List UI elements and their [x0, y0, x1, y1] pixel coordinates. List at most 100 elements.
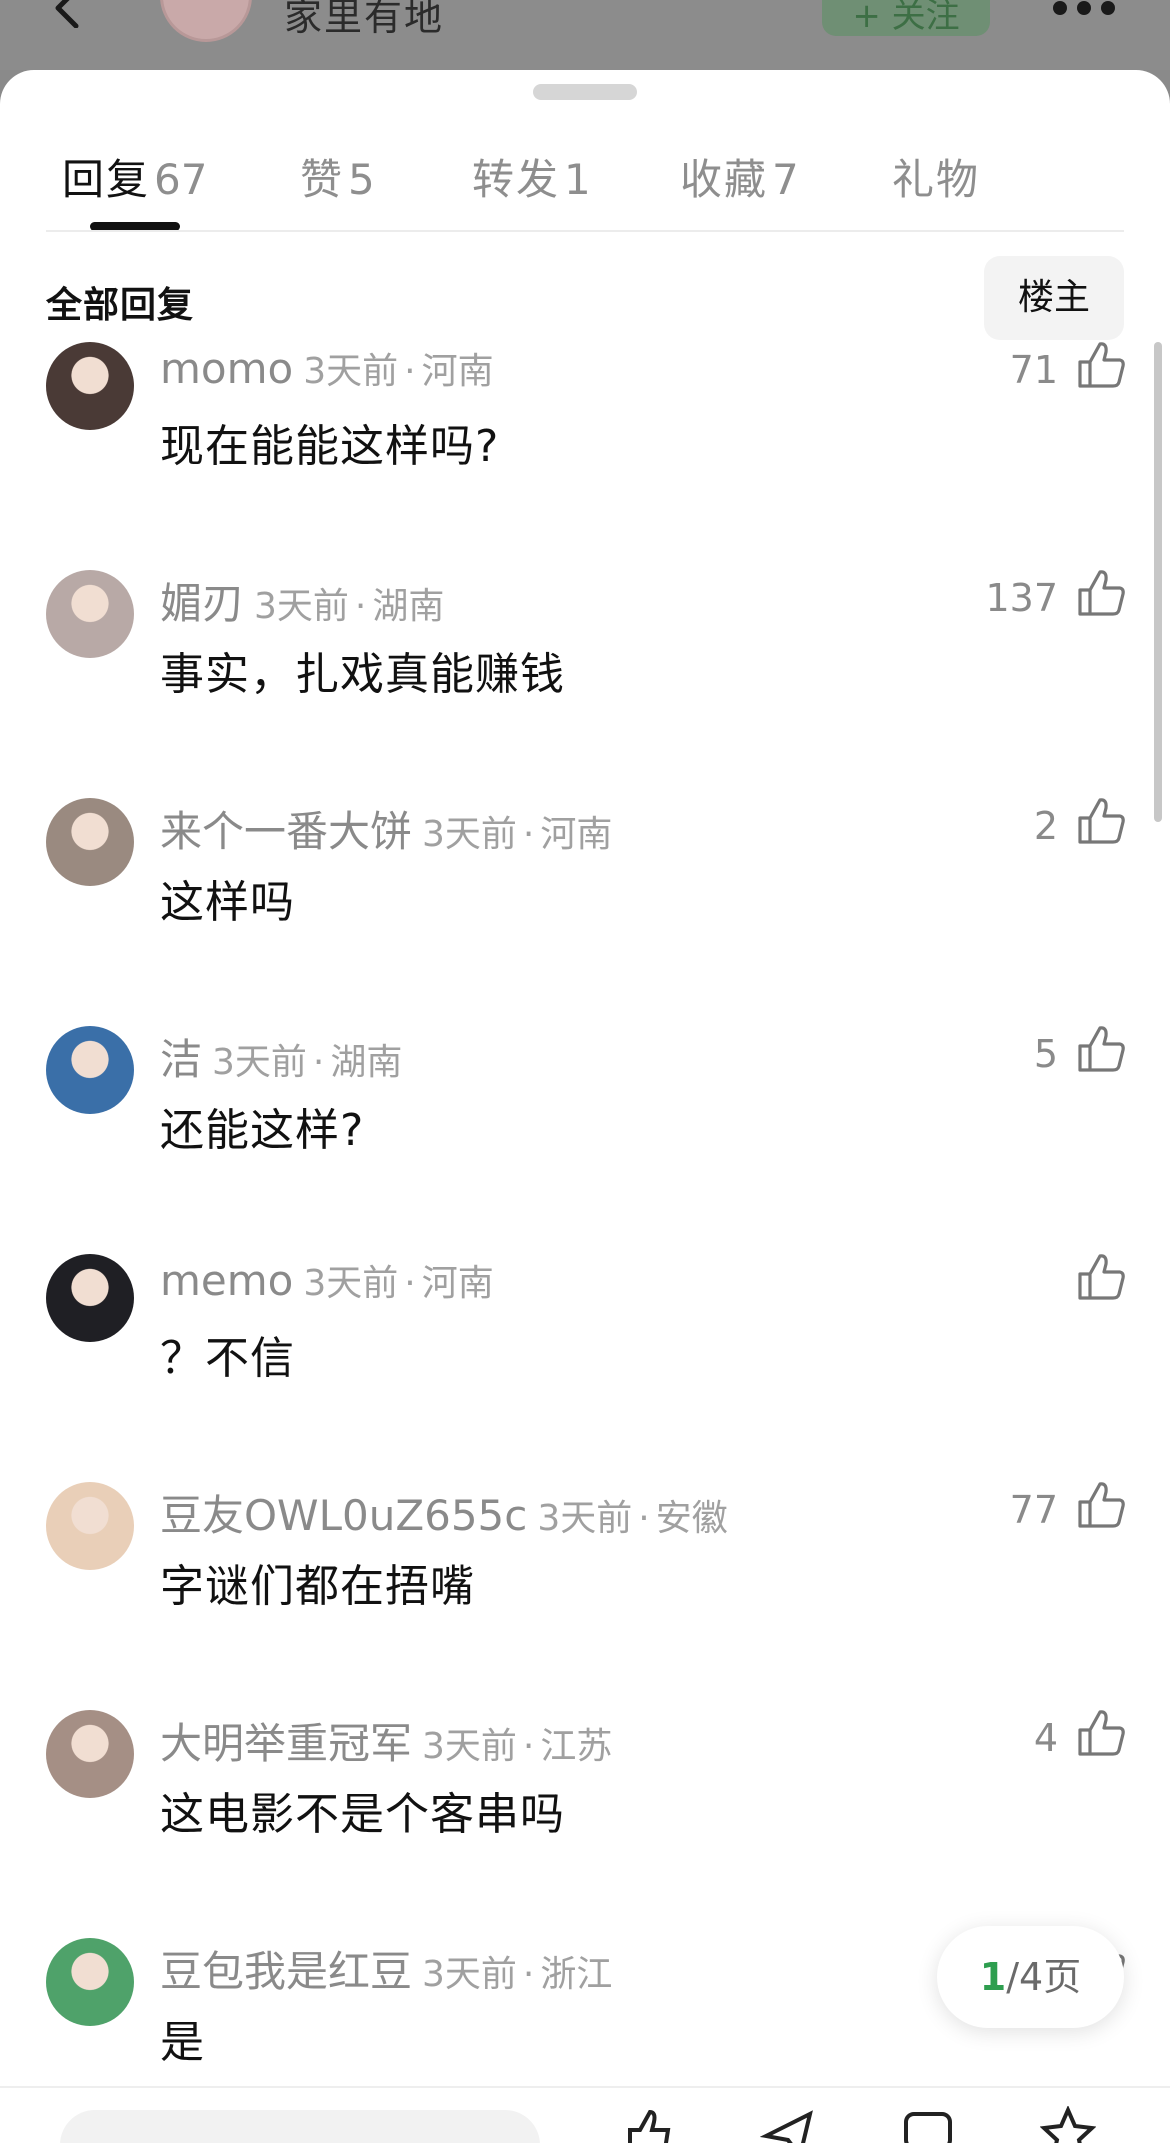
comment-time: 3天前: [303, 1263, 399, 1304]
favorite-icon[interactable]: [1040, 2106, 1096, 2143]
comment-text[interactable]: 现在能能这样吗?: [160, 410, 499, 474]
commenter-avatar[interactable]: [46, 1938, 134, 2026]
comment-location: 河南: [421, 1263, 494, 1304]
comment-location: 河南: [540, 814, 613, 855]
meta-separator: ·: [522, 1954, 535, 1995]
author-name[interactable]: 家里有地: [284, 0, 444, 41]
thumbs-up-icon[interactable]: [1076, 568, 1126, 618]
thumbs-up-icon[interactable]: [1076, 1708, 1126, 1758]
comment-time: 3天前: [537, 1498, 633, 1539]
comment-header: 大明举重冠军 3天前 · 江苏: [160, 1710, 613, 1768]
meta-separator: ·: [522, 814, 535, 855]
author-avatar[interactable]: [160, 0, 252, 42]
comment-location: 江苏: [540, 1726, 613, 1767]
comment-item[interactable]: 大明举重冠军 3天前 · 江苏这电影不是个客串吗 4: [0, 1710, 1170, 1938]
like-count: 77: [1009, 1488, 1058, 1532]
like-count: 71: [1009, 348, 1058, 392]
commenter-avatar[interactable]: [46, 798, 134, 886]
thumbs-up-icon[interactable]: [1076, 1480, 1126, 1530]
commenter-name[interactable]: 大明举重冠军: [160, 1719, 412, 1768]
commenter-avatar[interactable]: [46, 1482, 134, 1570]
thumbs-up-icon[interactable]: [1076, 796, 1126, 846]
commenter-name[interactable]: 豆包我是红豆: [160, 1947, 412, 1996]
comment-time: 3天前: [254, 586, 349, 627]
op-only-button[interactable]: 楼主: [984, 256, 1124, 340]
comment-location: 湖南: [372, 586, 445, 627]
comment-location: 湖南: [330, 1042, 403, 1083]
comments-sheet: 回复67 赞5 转发1 收藏7 礼物 全部回复 楼主 momo 3天前 · 河南 现在能…: [0, 70, 1170, 2143]
thumbs-up-icon[interactable]: [1076, 1024, 1126, 1074]
commenter-name[interactable]: 媚刃: [160, 579, 244, 628]
back-arrow-icon[interactable]: [48, 0, 88, 28]
comment-header: momo 3天前 · 河南: [160, 342, 494, 398]
comment-text[interactable]: 还能这样?: [160, 1094, 364, 1158]
thumbs-up-icon[interactable]: [1076, 1252, 1126, 1302]
comment-header: 来个一番大饼 3天前 · 河南: [160, 798, 613, 856]
comment-item[interactable]: memo 3天前 · 河南 ？不信: [0, 1254, 1170, 1482]
divider: [46, 230, 1124, 232]
section-title: 全部回复: [46, 285, 195, 326]
commenter-avatar[interactable]: [46, 1254, 134, 1342]
share-icon[interactable]: [760, 2106, 816, 2143]
comment-text[interactable]: 这电影不是个客串吗: [160, 1778, 565, 1842]
comment-item[interactable]: 来个一番大饼 3天前 · 河南这样吗 2: [0, 798, 1170, 1026]
comment-item[interactable]: 媚刃 3天前 · 湖南事实，扎戏真能赚钱 137: [0, 570, 1170, 798]
like-icon[interactable]: [620, 2106, 676, 2143]
comment-item[interactable]: 洁 3天前 · 湖南还能这样? 5: [0, 1026, 1170, 1254]
bottom-bar: [0, 2086, 1170, 2143]
commenter-name[interactable]: 豆友OWL0uZ655c: [160, 1491, 527, 1540]
like-count: 5: [1033, 1032, 1058, 1076]
meta-separator: ·: [354, 586, 367, 627]
comment-header: 豆友OWL0uZ655c 3天前 · 安徽: [160, 1482, 728, 1540]
commenter-name[interactable]: memo: [160, 1256, 293, 1305]
thumbs-up-icon[interactable]: [1076, 340, 1126, 390]
comment-header: memo 3天前 · 河南: [160, 1254, 494, 1310]
comment-text[interactable]: 这样吗: [160, 866, 295, 930]
comment-header: 洁 3天前 · 湖南: [160, 1026, 403, 1084]
tab-reposts[interactable]: 转发1: [472, 130, 591, 230]
comment-header: 豆包我是红豆 3天前 · 浙江: [160, 1938, 613, 1996]
comment-time: 3天前: [212, 1042, 307, 1083]
meta-separator: ·: [312, 1042, 325, 1083]
tab-replies[interactable]: 回复67: [62, 130, 207, 230]
commenter-name[interactable]: 来个一番大饼: [160, 807, 412, 856]
meta-separator: ·: [522, 1726, 535, 1767]
like-count: 137: [985, 576, 1058, 620]
commenter-avatar[interactable]: [46, 342, 134, 430]
comment-header: 媚刃 3天前 · 湖南: [160, 570, 445, 628]
comment-location: 浙江: [540, 1954, 613, 1995]
meta-separator: ·: [638, 1498, 650, 1539]
commenter-name[interactable]: 洁: [160, 1035, 202, 1084]
comment-text[interactable]: ？不信: [160, 1322, 295, 1386]
like-count: 4: [1033, 1716, 1058, 1760]
comment-item[interactable]: momo 3天前 · 河南现在能能这样吗? 71: [0, 342, 1170, 570]
comment-time: 3天前: [422, 1726, 517, 1767]
comment-text[interactable]: 字谜们都在捂嘴: [160, 1550, 475, 1614]
tab-gifts[interactable]: 礼物: [892, 130, 984, 230]
comment-time: 3天前: [422, 1954, 517, 1995]
comment-icon[interactable]: [900, 2106, 956, 2143]
page-header: 家里有地 + 关注: [0, 0, 1170, 70]
meta-separator: ·: [404, 351, 416, 392]
scrollbar[interactable]: [1154, 342, 1162, 822]
comment-time: 3天前: [422, 814, 517, 855]
tab-favorites[interactable]: 收藏7: [680, 130, 799, 230]
comment-location: 安徽: [655, 1498, 728, 1539]
reply-input[interactable]: [60, 2110, 540, 2143]
comment-item[interactable]: 豆友OWL0uZ655c 3天前 · 安徽字谜们都在捂嘴 77: [0, 1482, 1170, 1710]
commenter-avatar[interactable]: [46, 1026, 134, 1114]
sheet-grabber[interactable]: [533, 84, 637, 100]
comment-text[interactable]: 事实，扎戏真能赚钱: [160, 638, 565, 702]
follow-button[interactable]: + 关注: [822, 0, 990, 36]
commenter-avatar[interactable]: [46, 1710, 134, 1798]
commenter-avatar[interactable]: [46, 570, 134, 658]
like-count: 2: [1033, 804, 1058, 848]
commenter-name[interactable]: momo: [160, 344, 293, 393]
meta-separator: ·: [404, 1263, 416, 1304]
more-options-icon[interactable]: [1052, 0, 1122, 16]
comment-time: 3天前: [303, 351, 399, 392]
tab-likes[interactable]: 赞5: [300, 130, 375, 230]
page-indicator[interactable]: 1/4页: [937, 1926, 1124, 2028]
comment-location: 河南: [421, 351, 494, 392]
comment-text[interactable]: 是: [160, 2006, 205, 2070]
